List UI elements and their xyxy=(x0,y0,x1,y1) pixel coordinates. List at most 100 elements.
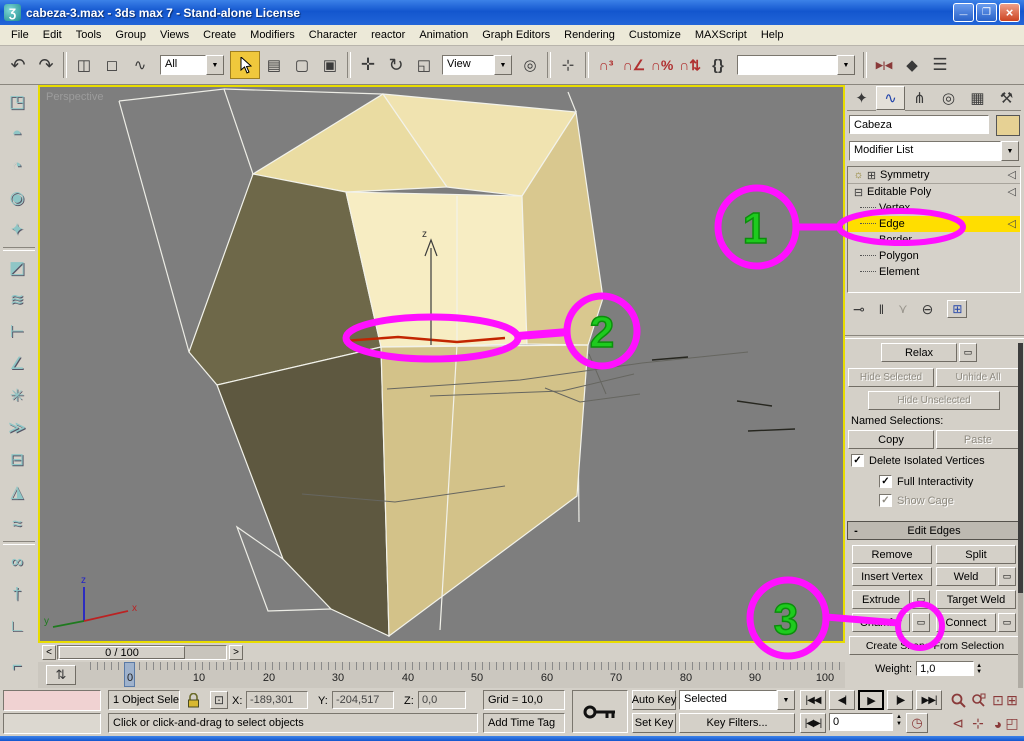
maxscript-listener-pink[interactable] xyxy=(3,690,101,711)
menu-modifiers[interactable]: Modifiers xyxy=(243,26,302,44)
bind-to-spacewarp-icon[interactable]: ∿ xyxy=(126,52,154,78)
reactor-ragdoll-constraint-icon[interactable]: † xyxy=(0,581,34,607)
chevron-down-icon[interactable]: ▼ xyxy=(494,55,512,75)
y-coordinate-field[interactable] xyxy=(332,691,394,709)
stack-subitem-border[interactable]: Border xyxy=(848,232,1020,248)
redo-icon[interactable]: ↷ xyxy=(32,52,60,78)
set-keys-button[interactable] xyxy=(572,690,628,733)
select-and-scale-icon[interactable]: ◱ xyxy=(410,52,438,78)
weight-field[interactable] xyxy=(916,661,975,676)
stack-item-editable-poly[interactable]: ⊟ Editable Poly ◁ xyxy=(848,183,1020,200)
reactor-fracture-icon[interactable]: ◮ xyxy=(0,479,34,505)
reactor-soft-body-collection-icon[interactable]: ◔ xyxy=(0,153,34,179)
select-by-name-icon[interactable]: ▤ xyxy=(260,52,288,78)
stack-subitem-edge[interactable]: Edge ◁ xyxy=(848,216,1020,232)
time-configuration-button[interactable]: ◷ xyxy=(906,713,928,733)
menu-group[interactable]: Group xyxy=(108,26,153,44)
reactor-wind-icon[interactable]: ≫ xyxy=(0,415,34,441)
rollout-collapse-icon[interactable]: - xyxy=(848,525,864,537)
play-button[interactable]: ▶ xyxy=(858,690,884,710)
zoom-extents-all-icon[interactable]: ⊞ xyxy=(1000,690,1024,711)
menu-edit[interactable]: Edit xyxy=(36,26,69,44)
reactor-cloth-collection-icon[interactable]: ◓ xyxy=(0,121,34,147)
stack-subitem-polygon[interactable]: Polygon xyxy=(848,248,1020,264)
reference-coordsys-dropdown[interactable]: View ▼ xyxy=(442,55,512,75)
weld-settings-button[interactable]: ▭ xyxy=(998,567,1016,586)
checkbox-checked-icon[interactable]: ✓ xyxy=(879,475,892,488)
current-frame-field[interactable] xyxy=(829,713,893,731)
tab-motion[interactable]: ◎ xyxy=(934,86,963,111)
menu-tools[interactable]: Tools xyxy=(69,26,109,44)
anim-mode-dropdown[interactable]: Selected ▼ xyxy=(679,690,795,710)
delete-isolated-vertices-checkbox[interactable]: ✓ Delete Isolated Vertices xyxy=(851,454,985,467)
menu-animation[interactable]: Animation xyxy=(412,26,475,44)
reactor-point-point-constraint-icon[interactable]: ⌐ xyxy=(0,653,34,679)
relax-settings-button[interactable]: ▭ xyxy=(959,343,977,362)
selection-filter-dropdown[interactable]: All ▼ xyxy=(160,55,224,75)
maxscript-listener-white[interactable] xyxy=(3,713,101,734)
z-coordinate-field[interactable] xyxy=(418,691,466,709)
reactor-plane-icon[interactable]: ◩ xyxy=(0,255,34,281)
modifier-list-dropdown[interactable]: Modifier List ▼ xyxy=(849,141,1019,161)
hide-unselected-button[interactable]: Hide Unselected xyxy=(868,391,1000,410)
maximize-button[interactable]: ❐ xyxy=(976,3,997,22)
split-button[interactable]: Split xyxy=(936,545,1016,564)
tab-utilities[interactable]: ⚒ xyxy=(992,86,1021,111)
goto-start-button[interactable]: |◀◀ xyxy=(800,690,826,710)
paste-button[interactable]: Paste xyxy=(936,430,1020,449)
pin-stack-icon[interactable]: ⊸ xyxy=(853,301,865,318)
tab-display[interactable]: ▦ xyxy=(963,86,992,111)
auto-key-button[interactable]: Auto Key xyxy=(632,690,676,710)
select-and-rotate-icon[interactable]: ↻ xyxy=(382,52,410,78)
reactor-constraint-solver-icon[interactable]: ∞ xyxy=(0,549,34,575)
menu-create[interactable]: Create xyxy=(196,26,243,44)
mirror-icon[interactable]: ▶|◀ xyxy=(870,52,898,78)
angle-snap-icon[interactable]: ∩∠ xyxy=(620,52,648,78)
minimize-button[interactable]: — xyxy=(953,3,974,22)
menu-file[interactable]: File xyxy=(4,26,36,44)
menu-customize[interactable]: Customize xyxy=(622,26,688,44)
checkbox-checked-icon[interactable]: ✓ xyxy=(851,454,864,467)
time-slider-next-button[interactable]: > xyxy=(229,645,243,660)
add-time-tag[interactable]: Add Time Tag xyxy=(483,713,565,733)
time-slider-prev-button[interactable]: < xyxy=(42,645,56,660)
menu-help[interactable]: Help xyxy=(754,26,791,44)
min-max-toggle-icon[interactable]: ◰ xyxy=(1000,713,1024,734)
chevron-down-icon[interactable]: ▼ xyxy=(206,55,224,75)
show-cage-checkbox[interactable]: ✓ Show Cage xyxy=(879,494,954,507)
insert-vertex-button[interactable]: Insert Vertex xyxy=(852,567,932,586)
percent-snap-icon[interactable]: ∩% xyxy=(648,52,676,78)
open-mini-curve-editor-button[interactable]: ⇅ xyxy=(46,665,76,685)
select-and-move-icon[interactable]: ✛ xyxy=(354,52,382,78)
stack-subitem-vertex[interactable]: Vertex xyxy=(848,200,1020,216)
edit-edges-rollout-header[interactable]: - Edit Edges xyxy=(847,521,1021,540)
goto-end-button[interactable]: ▶▶| xyxy=(916,690,942,710)
relax-button[interactable]: Relax xyxy=(881,343,957,362)
reactor-water-icon[interactable]: ≈ xyxy=(0,511,34,537)
panel-scrollbar-thumb[interactable] xyxy=(1018,343,1023,593)
select-and-manipulate-icon[interactable]: ⊹ xyxy=(554,52,582,78)
menu-character[interactable]: Character xyxy=(302,26,364,44)
reactor-motor-icon[interactable]: ✳ xyxy=(0,383,34,409)
chevron-down-icon[interactable]: ▼ xyxy=(1001,141,1019,161)
tab-modify[interactable]: ∿ xyxy=(876,86,905,110)
unlink-selection-icon[interactable]: ◻ xyxy=(98,52,126,78)
close-button[interactable]: × xyxy=(999,3,1020,22)
connect-button[interactable]: Connect xyxy=(936,613,996,632)
menu-rendering[interactable]: Rendering xyxy=(557,26,622,44)
spinner-snap-icon[interactable]: ∩⇅ xyxy=(676,52,704,78)
connect-settings-button[interactable]: ▭ xyxy=(998,613,1016,632)
object-color-swatch[interactable] xyxy=(996,115,1020,136)
lightbulb-icon[interactable]: ☼ xyxy=(852,169,865,181)
show-end-result-icon[interactable]: ‖ xyxy=(879,302,884,317)
extrude-settings-button[interactable]: ▭ xyxy=(912,590,930,609)
menu-maxscript[interactable]: MAXScript xyxy=(688,26,754,44)
collapse-icon[interactable]: ⊟ xyxy=(852,186,865,199)
absolute-offset-toggle-icon[interactable]: ⊡ xyxy=(210,691,228,709)
snaps-toggle-icon[interactable]: ∩³ xyxy=(592,52,620,78)
extrude-button[interactable]: Extrude xyxy=(852,590,910,609)
undo-icon[interactable]: ↶ xyxy=(4,52,32,78)
track-ruler[interactable]: 0 10 20 30 40 50 60 70 80 90 100 xyxy=(86,662,845,688)
key-mode-toggle[interactable]: |◀▶| xyxy=(800,713,826,733)
layer-manager-icon[interactable]: ☰ xyxy=(926,52,954,78)
